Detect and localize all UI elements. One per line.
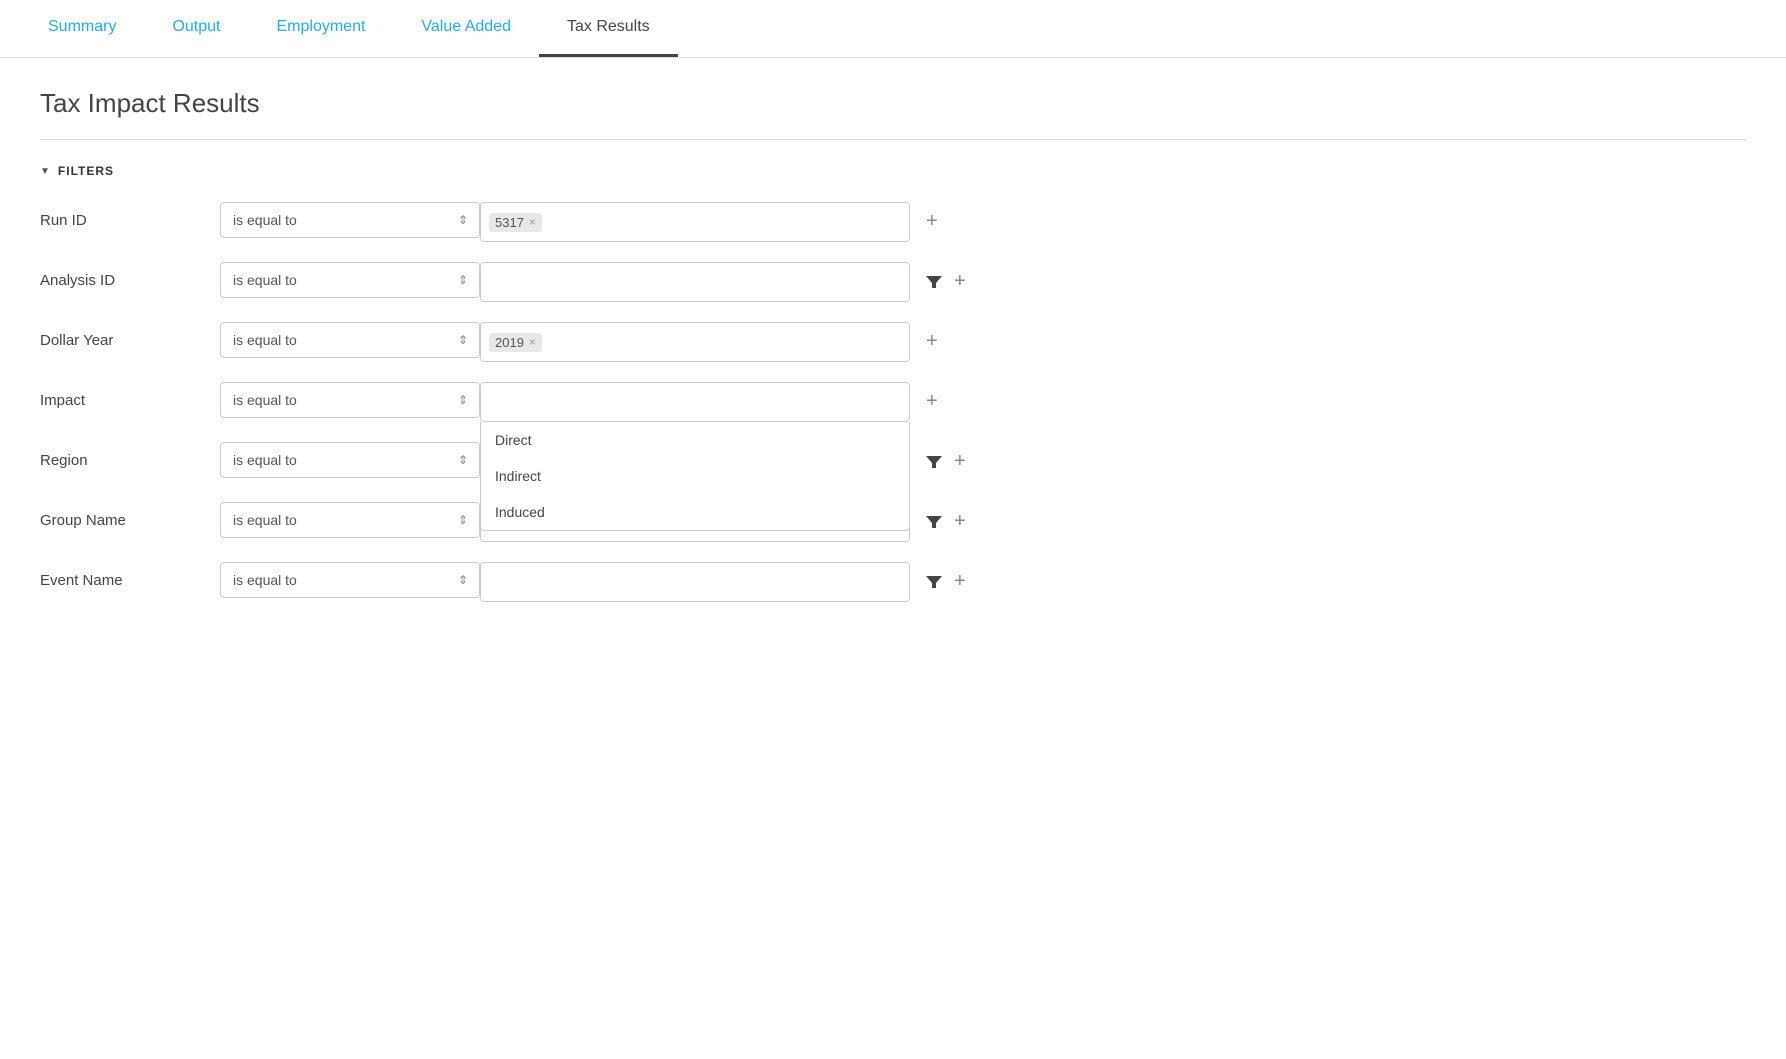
filter-icon-group-name[interactable] xyxy=(926,514,942,530)
filter-select-wrap-region: is equal tois not equal tocontainsdoes n… xyxy=(220,442,480,478)
add-filter-run-id[interactable]: + xyxy=(926,210,938,233)
section-divider xyxy=(40,139,1746,140)
filter-operator-dollar-year[interactable]: is equal tois not equal tocontainsdoes n… xyxy=(220,322,480,358)
filter-input-wrap-impact: DirectIndirectInduced xyxy=(480,382,910,422)
filter-label-dollar-year: Dollar Year xyxy=(40,322,220,349)
filter-row-run-id: Run IDis equal tois not equal tocontains… xyxy=(40,202,1746,242)
filter-input-analysis-id[interactable] xyxy=(480,262,910,302)
add-filter-region[interactable]: + xyxy=(954,450,966,473)
filter-label-group-name: Group Name xyxy=(40,502,220,529)
add-filter-dollar-year[interactable]: + xyxy=(926,330,938,353)
filter-select-wrap-run-id: is equal tois not equal tocontainsdoes n… xyxy=(220,202,480,238)
filter-input-event-name[interactable] xyxy=(480,562,910,602)
dropdown-item-direct[interactable]: Direct xyxy=(481,422,909,458)
add-filter-analysis-id[interactable]: + xyxy=(954,270,966,293)
filter-input-wrap-analysis-id xyxy=(480,262,910,302)
filter-actions-dollar-year: + xyxy=(910,322,938,353)
add-filter-impact[interactable]: + xyxy=(926,390,938,413)
dropdown-item-induced[interactable]: Induced xyxy=(481,494,909,530)
filter-operator-group-name[interactable]: is equal tois not equal tocontainsdoes n… xyxy=(220,502,480,538)
filter-actions-group-name: + xyxy=(910,502,966,533)
filter-label-impact: Impact xyxy=(40,382,220,409)
filter-row-event-name: Event Nameis equal tois not equal tocont… xyxy=(40,562,1746,602)
filter-row-dollar-year: Dollar Yearis equal tois not equal tocon… xyxy=(40,322,1746,362)
tab-tax-results[interactable]: Tax Results xyxy=(539,0,678,57)
filter-input-wrap-event-name xyxy=(480,562,910,602)
dropdown-menu-impact: DirectIndirectInduced xyxy=(480,422,910,531)
filter-icon-region[interactable] xyxy=(926,454,942,470)
filter-input-wrap-dollar-year: 2019 × xyxy=(480,322,910,362)
filters-label: FILTERS xyxy=(58,164,114,178)
tab-output[interactable]: Output xyxy=(144,0,248,57)
dropdown-container-impact: DirectIndirectInduced xyxy=(480,382,910,422)
filter-actions-region: + xyxy=(910,442,966,473)
page-title: Tax Impact Results xyxy=(40,88,1746,119)
filter-select-wrap-group-name: is equal tois not equal tocontainsdoes n… xyxy=(220,502,480,538)
filter-tag-close-run-id[interactable]: × xyxy=(529,216,536,228)
tag-container-impact[interactable] xyxy=(480,382,910,422)
filter-actions-impact: + xyxy=(910,382,938,413)
filter-row-impact: Impactis equal tois not equal tocontains… xyxy=(40,382,1746,422)
filter-select-wrap-dollar-year: is equal tois not equal tocontainsdoes n… xyxy=(220,322,480,358)
add-filter-event-name[interactable]: + xyxy=(954,570,966,593)
tag-container-dollar-year[interactable]: 2019 × xyxy=(480,322,910,362)
filter-tag-dollar-year: 2019 × xyxy=(489,333,542,352)
filter-operator-region[interactable]: is equal tois not equal tocontainsdoes n… xyxy=(220,442,480,478)
filter-tag-close-dollar-year[interactable]: × xyxy=(529,336,536,348)
filter-label-event-name: Event Name xyxy=(40,562,220,589)
tag-container-run-id[interactable]: 5317 × xyxy=(480,202,910,242)
filter-label-run-id: Run ID xyxy=(40,202,220,229)
tab-value-added[interactable]: Value Added xyxy=(393,0,539,57)
filter-label-analysis-id: Analysis ID xyxy=(40,262,220,289)
filter-select-wrap-event-name: is equal tois not equal tocontainsdoes n… xyxy=(220,562,480,598)
filter-row-analysis-id: Analysis IDis equal tois not equal tocon… xyxy=(40,262,1746,302)
filter-icon-event-name[interactable] xyxy=(926,574,942,590)
filter-operator-analysis-id[interactable]: is equal tois not equal tocontainsdoes n… xyxy=(220,262,480,298)
filters-header[interactable]: ▼ FILTERS xyxy=(40,164,1746,178)
tab-employment[interactable]: Employment xyxy=(248,0,393,57)
filter-operator-event-name[interactable]: is equal tois not equal tocontainsdoes n… xyxy=(220,562,480,598)
tab-summary[interactable]: Summary xyxy=(20,0,144,57)
filter-actions-run-id: + xyxy=(910,202,938,233)
filter-operator-run-id[interactable]: is equal tois not equal tocontainsdoes n… xyxy=(220,202,480,238)
filter-tag-text-dollar-year: 2019 xyxy=(495,335,524,350)
filter-actions-event-name: + xyxy=(910,562,966,593)
filter-select-wrap-analysis-id: is equal tois not equal tocontainsdoes n… xyxy=(220,262,480,298)
filter-actions-analysis-id: + xyxy=(910,262,966,293)
filters-collapse-arrow: ▼ xyxy=(40,166,50,177)
filter-operator-impact[interactable]: is equal tois not equal tocontainsdoes n… xyxy=(220,382,480,418)
filter-tag-run-id: 5317 × xyxy=(489,213,542,232)
filter-icon-analysis-id[interactable] xyxy=(926,274,942,290)
filter-rows: Run IDis equal tois not equal tocontains… xyxy=(40,202,1746,602)
tab-bar: SummaryOutputEmploymentValue AddedTax Re… xyxy=(0,0,1786,58)
filter-tag-text-run-id: 5317 xyxy=(495,215,524,230)
add-filter-group-name[interactable]: + xyxy=(954,510,966,533)
filter-label-region: Region xyxy=(40,442,220,469)
dropdown-item-indirect[interactable]: Indirect xyxy=(481,458,909,494)
filter-input-wrap-run-id: 5317 × xyxy=(480,202,910,242)
page-content: Tax Impact Results ▼ FILTERS Run IDis eq… xyxy=(0,58,1786,652)
filter-select-wrap-impact: is equal tois not equal tocontainsdoes n… xyxy=(220,382,480,418)
